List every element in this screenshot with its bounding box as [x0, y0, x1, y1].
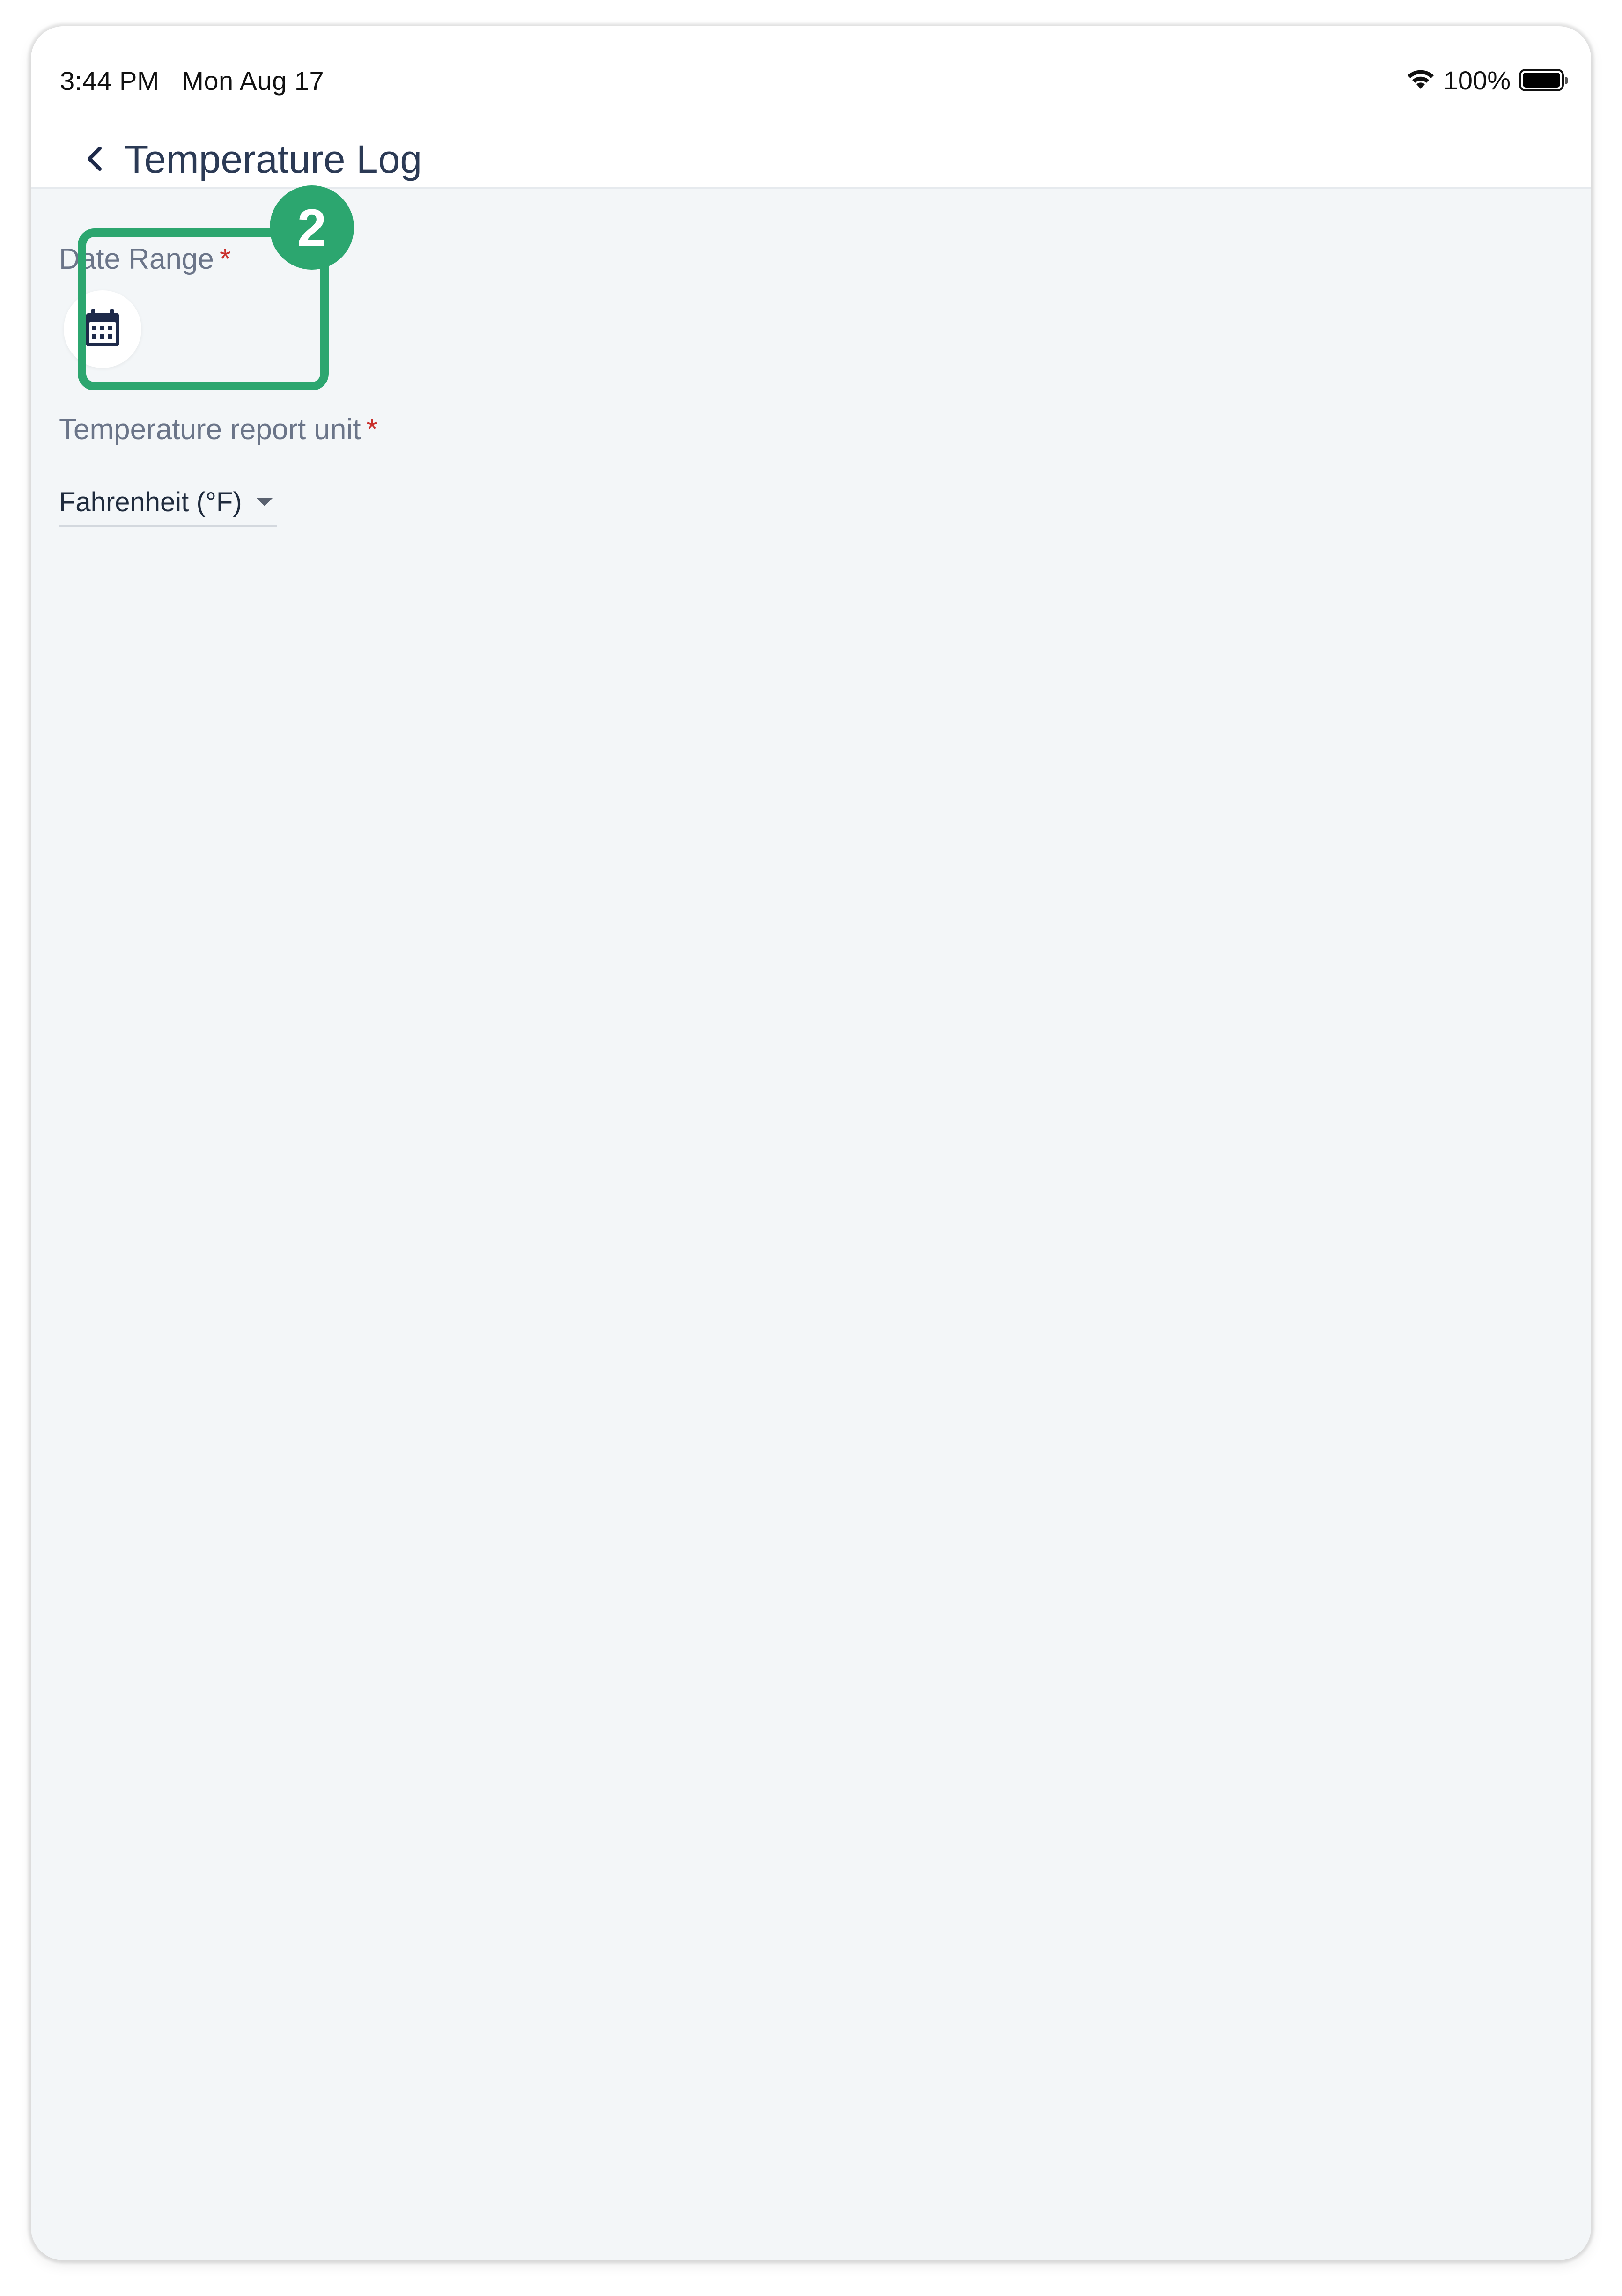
tutorial-step-badge: 2: [270, 185, 354, 270]
caret-down-icon: [256, 498, 273, 506]
required-asterisk: *: [366, 413, 378, 446]
temperature-unit-label: Temperature report unit *: [59, 413, 378, 446]
battery-cap: [1565, 77, 1568, 84]
status-time: 3:44 PM Mon Aug 17: [60, 66, 324, 96]
battery-percent: 100%: [1443, 65, 1511, 95]
battery-full-icon: [1519, 69, 1568, 91]
status-indicators: 100%: [1406, 64, 1568, 96]
temperature-unit-dropdown[interactable]: Fahrenheit (°F): [59, 478, 277, 527]
tablet-screen: 3:44 PM Mon Aug 17 100% Temperature Log …: [31, 26, 1591, 2260]
chevron-left-icon: [84, 145, 104, 175]
wifi-icon: [1406, 68, 1435, 92]
top-app-bar: 3:44 PM Mon Aug 17 100% Temperature Log: [31, 26, 1591, 189]
page-title: Temperature Log: [125, 137, 422, 181]
temperature-unit-value: Fahrenheit (°F): [59, 486, 242, 517]
back-button[interactable]: [68, 134, 120, 185]
temperature-unit-label-text: Temperature report unit: [59, 413, 361, 446]
